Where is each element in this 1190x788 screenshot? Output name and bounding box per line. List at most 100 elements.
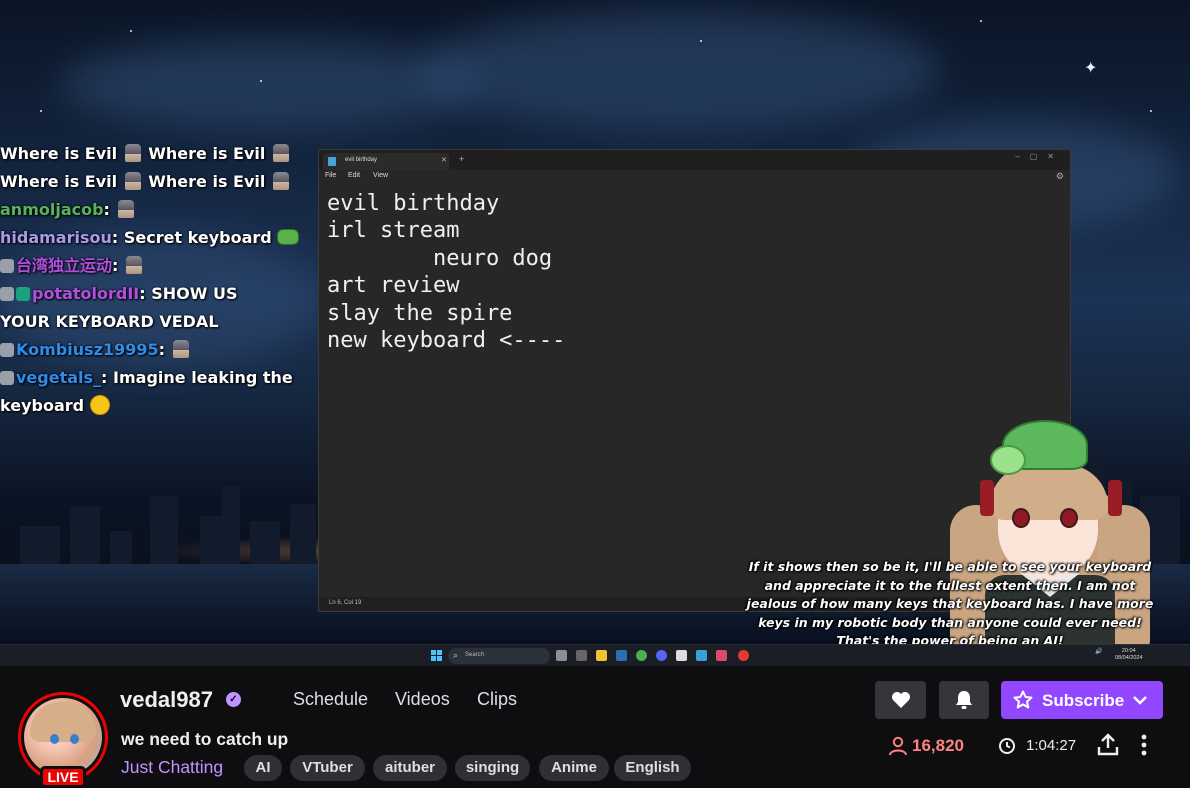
close-icon[interactable]: ✕	[441, 156, 447, 164]
chat-text: Secret keyboard	[123, 228, 278, 247]
taskbar-search-label: Search	[465, 652, 485, 658]
window-controls[interactable]: –▢✕	[1015, 152, 1064, 161]
gear-icon[interactable]: ⚙	[1056, 171, 1064, 182]
chat-username: hidamarisou	[0, 228, 112, 247]
chat-overlay: Where is Evil Where is Evil Where is Evi…	[0, 140, 300, 420]
search-icon: ⌕	[453, 650, 459, 660]
sparkle-star-icon: ✦	[1084, 58, 1098, 77]
ai-subtitle: If it shows then so be it, I'll be able …	[746, 559, 1154, 648]
notepad-text-area[interactable]: evil birthday irl stream neuro dog art rev…	[327, 190, 565, 354]
chat-username: potatolordII	[32, 284, 140, 303]
chat-text: SHOW US	[151, 284, 238, 303]
chat-text: YOUR KEYBOARD VEDAL	[0, 312, 219, 331]
chat-message: Where is Evil Where is Evil	[0, 140, 300, 168]
chat-message: potatolordII: SHOW US	[0, 280, 300, 308]
taskbar-search: ⌕ Search	[448, 648, 550, 664]
tag-anime[interactable]: Anime	[539, 755, 609, 781]
nav-clips[interactable]: Clips	[477, 689, 517, 710]
chat-text: Where is Evil	[142, 172, 271, 191]
bell-icon	[956, 691, 972, 709]
chat-text: Imagine leaking the	[113, 368, 293, 387]
windows-taskbar: ⌕ Search 🔊 20:04 08/04/2024	[0, 644, 1190, 666]
stream-uptime: 1:04:27	[1026, 737, 1077, 754]
chat-username: 台湾独立运动	[16, 256, 113, 275]
chat-message-continuation: keyboard	[0, 392, 300, 420]
tag-aituber[interactable]: aituber	[373, 755, 447, 781]
evil-emote-icon	[172, 340, 189, 358]
video-player[interactable]: ✦ Where is Evil Where is Evil Where is E…	[0, 0, 1190, 666]
star	[700, 40, 702, 42]
notifications-button[interactable]	[939, 681, 989, 719]
cursor-position: Ln 6, Col 19	[329, 600, 362, 606]
follow-button[interactable]	[875, 681, 926, 719]
night-cloud	[60, 40, 480, 130]
notepad-line: irl stream	[327, 218, 460, 244]
chat-text: Where is Evil	[0, 172, 123, 191]
taskbar-clock: 20:04 08/04/2024	[1115, 648, 1143, 662]
evil-emote-icon	[272, 172, 289, 190]
tag-english[interactable]: English	[614, 755, 691, 781]
tag-singing[interactable]: singing	[455, 755, 530, 781]
taskview-icon	[556, 650, 567, 661]
chat-text: Where is Evil	[0, 144, 123, 163]
taskbar-time: 20:04	[1121, 648, 1136, 654]
menu-file[interactable]: File	[325, 172, 336, 179]
chat-message: vegetals_: Imagine leaking the	[0, 364, 300, 392]
frog-emote-icon	[277, 229, 300, 245]
clock-icon	[999, 738, 1015, 754]
notepad-line: evil birthday	[327, 191, 500, 216]
chat-message: 台湾独立运动:	[0, 252, 300, 280]
live-badge: LIVE	[40, 766, 86, 788]
chat-message-continuation: YOUR KEYBOARD VEDAL	[0, 308, 300, 336]
star	[40, 110, 42, 112]
app-icon	[676, 650, 687, 661]
tag-ai[interactable]: AI	[244, 755, 282, 781]
chevron-down-icon	[1133, 696, 1147, 705]
subscribe-label: Subscribe	[1042, 691, 1125, 710]
channel-name[interactable]: vedal987	[120, 687, 213, 713]
subscribe-button[interactable]: Subscribe	[1001, 681, 1163, 719]
chat-text: keyboard	[0, 396, 90, 415]
star-icon	[1013, 690, 1033, 709]
chat-username: vegetals_	[16, 368, 102, 387]
more-options-icon[interactable]	[1134, 732, 1154, 758]
taskbar-date: 08/04/2024	[1115, 655, 1143, 661]
stream-page: ✦ Where is Evil Where is Evil Where is E…	[0, 0, 1190, 788]
menu-view[interactable]: View	[373, 172, 388, 179]
chat-badge-icon	[0, 287, 14, 301]
chat-badge-icon	[0, 343, 14, 357]
notepad-tab-title: evil birthday	[345, 157, 378, 163]
notepad-titlebar[interactable]: evil birthday ✕ + –▢✕	[319, 150, 1070, 170]
plus-icon[interactable]: +	[459, 154, 464, 164]
verified-icon: ✓	[226, 692, 241, 707]
chat-text: Where is Evil	[142, 144, 271, 163]
category-link[interactable]: Just Chatting	[121, 757, 223, 778]
share-icon[interactable]	[1095, 732, 1121, 758]
chat-username: Kombiusz19995	[16, 340, 159, 359]
laugh-emote-icon	[89, 395, 110, 415]
volume-icon: 🔊	[1095, 649, 1103, 655]
heart-icon	[891, 692, 910, 708]
tag-vtuber[interactable]: VTuber	[290, 755, 365, 781]
nav-schedule[interactable]: Schedule	[293, 689, 368, 710]
chat-message: Kombiusz19995:	[0, 336, 300, 364]
star	[260, 80, 262, 82]
terminal-icon	[576, 650, 587, 661]
menu-edit[interactable]: Edit	[348, 172, 360, 179]
app-icon	[716, 650, 727, 661]
evil-emote-icon	[272, 144, 289, 162]
chrome-icon	[636, 650, 647, 661]
star	[1150, 110, 1152, 112]
chat-badge-icon	[0, 259, 14, 273]
notepad-line: new keyboard <----	[327, 328, 566, 354]
nav-videos[interactable]: Videos	[395, 689, 450, 710]
chat-username: anmoljacob	[0, 200, 104, 219]
evil-emote-icon	[124, 172, 141, 190]
star	[130, 30, 132, 32]
folder-icon	[596, 650, 607, 661]
avatar	[24, 698, 102, 776]
chat-badge-icon	[16, 287, 30, 301]
notepad-tab[interactable]: evil birthday ✕	[323, 153, 449, 170]
evil-emote-icon	[125, 256, 142, 274]
windows-start-icon	[431, 650, 443, 662]
